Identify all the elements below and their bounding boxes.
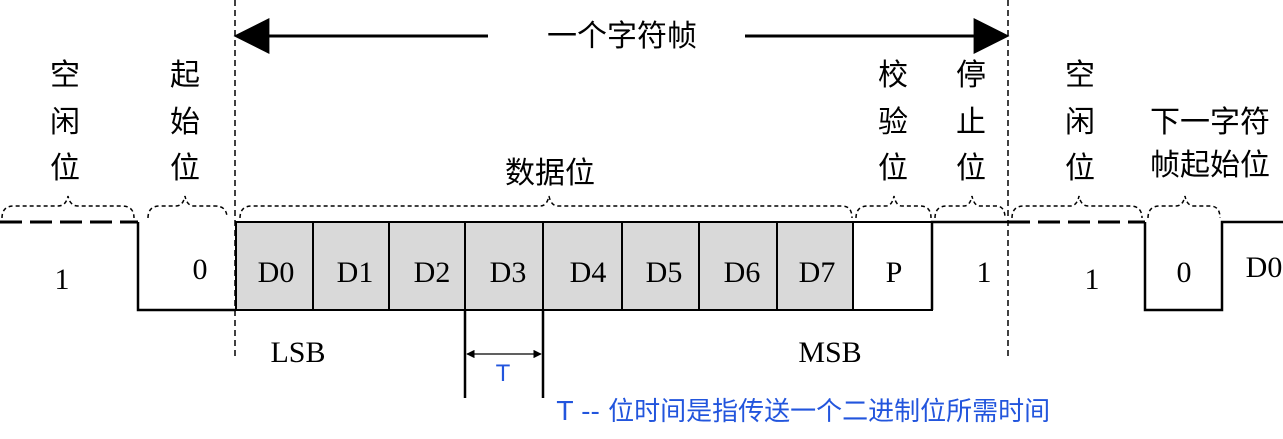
brace-idle-left (1, 195, 135, 219)
data-bit-d7: D7 (799, 256, 836, 289)
start-bit-char: 始 (170, 105, 200, 140)
bit-time-note: T -- 位时间是指传送一个二进制位所需时间 (556, 397, 1050, 427)
stop-bit-char: 位 (956, 151, 986, 186)
next-start-label-line1: 下一字符 (1150, 105, 1270, 140)
idle-left-value: 1 (55, 263, 70, 296)
data-bit-d4: D4 (570, 256, 607, 289)
idle-right-value: 1 (1085, 263, 1100, 296)
idle-right-char: 闲 (1065, 105, 1095, 140)
brace-parity (855, 195, 932, 219)
uart-frame-diagram: 一个字符帧 空 闲 位 起 始 位 数据位 校 验 位 停 止 位 空 闲 位 … (0, 0, 1283, 427)
idle-right-char: 空 (1065, 58, 1095, 93)
idle-right-label: 空 闲 位 (1065, 58, 1095, 186)
start-bit-waveform (136, 222, 236, 312)
data-bits-label: 数据位 (505, 156, 595, 191)
start-bit-value: 0 (193, 253, 208, 286)
bit-time-label: T (495, 362, 510, 387)
idle-left-label: 空 闲 位 (50, 58, 80, 186)
parity-bit-char: 验 (878, 105, 908, 140)
parity-bit-label: 校 验 位 (878, 58, 908, 186)
msb-label: MSB (798, 336, 861, 369)
brace-next-start (1147, 195, 1221, 219)
data-bit-d5: D5 (646, 256, 683, 289)
brace-stop (934, 195, 1006, 219)
idle-left-char: 闲 (50, 105, 80, 140)
parity-bit-char: 校 (878, 58, 908, 93)
data-bit-d6: D6 (724, 256, 761, 289)
stop-bit-value: 1 (977, 256, 992, 289)
data-bit-d2: D2 (414, 256, 451, 289)
lsb-label: LSB (270, 336, 325, 369)
parity-bit-char: 位 (878, 151, 908, 186)
next-start-label-line2: 帧起始位 (1150, 148, 1270, 183)
brace-data (239, 195, 853, 219)
stop-bit-label: 停 止 位 (956, 58, 986, 186)
data-bit-d0: D0 (258, 256, 295, 289)
start-bit-char: 位 (170, 151, 200, 186)
next-data-bit-value: D0 (1246, 251, 1283, 284)
data-bit-d3: D3 (490, 256, 527, 289)
stop-bit-char: 停 (956, 58, 986, 93)
stop-bit-char: 止 (956, 105, 986, 140)
data-bits-block (235, 221, 854, 311)
idle-left-char: 位 (50, 151, 80, 186)
parity-bit-value: P (886, 256, 903, 289)
frame-title: 一个字符帧 (547, 19, 697, 54)
idle-right-char: 位 (1065, 151, 1095, 186)
data-bit-d1: D1 (337, 256, 374, 289)
start-bit-char: 起 (170, 58, 200, 93)
stop-bit-waveform (930, 220, 1008, 310)
start-bit-label: 起 始 位 (170, 58, 200, 186)
brace-start (147, 195, 228, 219)
idle-left-char: 空 (50, 58, 80, 93)
brace-idle-right (1011, 195, 1143, 219)
next-start-value: 0 (1177, 256, 1192, 289)
